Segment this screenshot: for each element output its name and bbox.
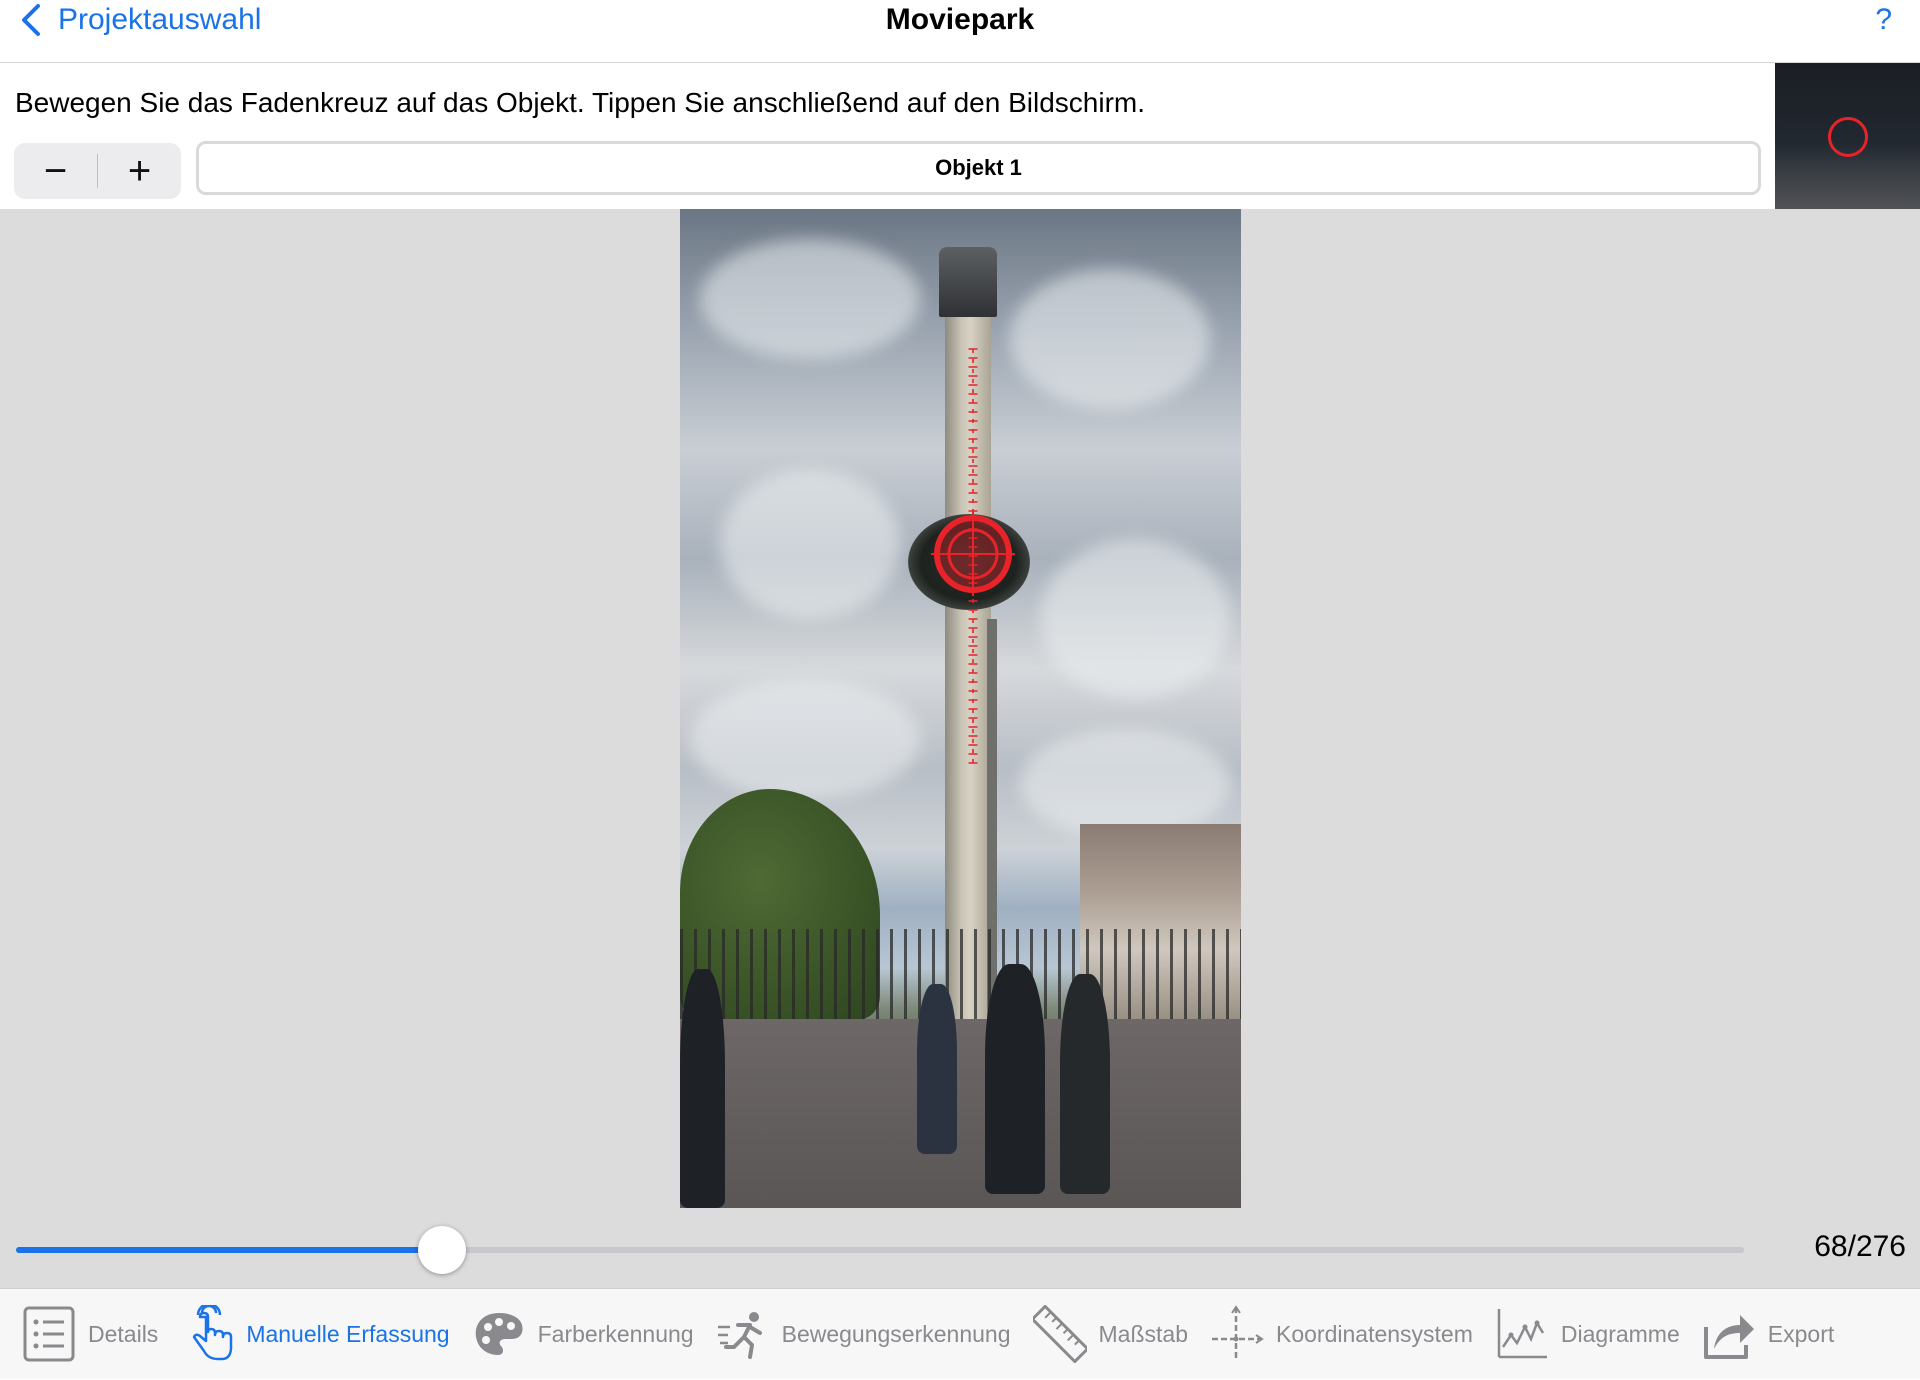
axes-icon	[1212, 1305, 1264, 1361]
running-icon	[717, 1312, 762, 1359]
chart-icon	[1497, 1309, 1547, 1359]
tab-color-detection-label: Farberkennung	[537, 1320, 694, 1347]
instruction-text: Bewegen Sie das Fadenkreuz auf das Objek…	[15, 87, 1145, 118]
ruler-icon	[1032, 1305, 1087, 1363]
list-icon	[23, 1306, 75, 1362]
decrement-button[interactable]: −	[14, 143, 97, 199]
tab-export[interactable]: Export	[1680, 1289, 1834, 1380]
back-button-label: Projektauswahl	[58, 3, 262, 36]
tab-details[interactable]: Details	[0, 1289, 158, 1380]
hand-tap-icon	[193, 1305, 233, 1361]
zoom-preview	[1775, 63, 1920, 209]
palette-icon	[475, 1313, 523, 1355]
page-title: Moviepark	[885, 3, 1035, 36]
tab-details-label: Details	[88, 1320, 159, 1347]
object-stepper: − +	[14, 143, 181, 199]
timeline: 68/276	[0, 1212, 1920, 1288]
tab-scale-label: Maßstab	[1098, 1320, 1188, 1347]
back-button[interactable]: Projektauswahl	[18, 0, 261, 40]
tab-color-detection[interactable]: Farberkennung	[450, 1289, 694, 1380]
video-frame[interactable]	[680, 209, 1241, 1208]
tab-export-label: Export	[1767, 1320, 1835, 1347]
tab-manual-capture[interactable]: Manuelle Erfassung	[158, 1289, 450, 1380]
object-name-field[interactable]: Objekt 1	[196, 141, 1761, 195]
chevron-left-icon	[22, 4, 40, 36]
help-button[interactable]: ?	[1875, 0, 1892, 40]
share-icon	[1703, 1315, 1754, 1359]
tab-coordinate-system-label: Koordinatensystem	[1276, 1320, 1473, 1347]
instruction-panel: Bewegen Sie das Fadenkreuz auf das Objek…	[0, 63, 1775, 209]
frame-slider-thumb[interactable]	[417, 1226, 466, 1274]
tab-manual-capture-label: Manuelle Erfassung	[246, 1320, 450, 1347]
tab-charts[interactable]: Diagramme	[1473, 1289, 1680, 1380]
increment-button[interactable]: +	[98, 143, 181, 199]
preview-crosshair-ring	[1828, 117, 1868, 157]
tracking-marks	[931, 348, 1015, 769]
video-work-area[interactable]	[0, 209, 1920, 1288]
frame-slider[interactable]	[16, 1226, 1744, 1274]
tab-bar: Details Manuelle Erfassung Farberkennung…	[0, 1288, 1920, 1379]
tab-motion-detection-label: Bewegungserkennung	[781, 1320, 1011, 1347]
tab-charts-label: Diagramme	[1560, 1320, 1680, 1347]
frame-counter: 68/276	[1814, 1230, 1906, 1263]
frame-slider-fill	[16, 1247, 442, 1253]
tab-coordinate-system[interactable]: Koordinatensystem	[1188, 1289, 1473, 1380]
navigation-bar: Projektauswahl Moviepark ?	[0, 0, 1920, 63]
tab-motion-detection[interactable]: Bewegungserkennung	[694, 1289, 1011, 1380]
tab-scale[interactable]: Maßstab	[1011, 1289, 1188, 1380]
